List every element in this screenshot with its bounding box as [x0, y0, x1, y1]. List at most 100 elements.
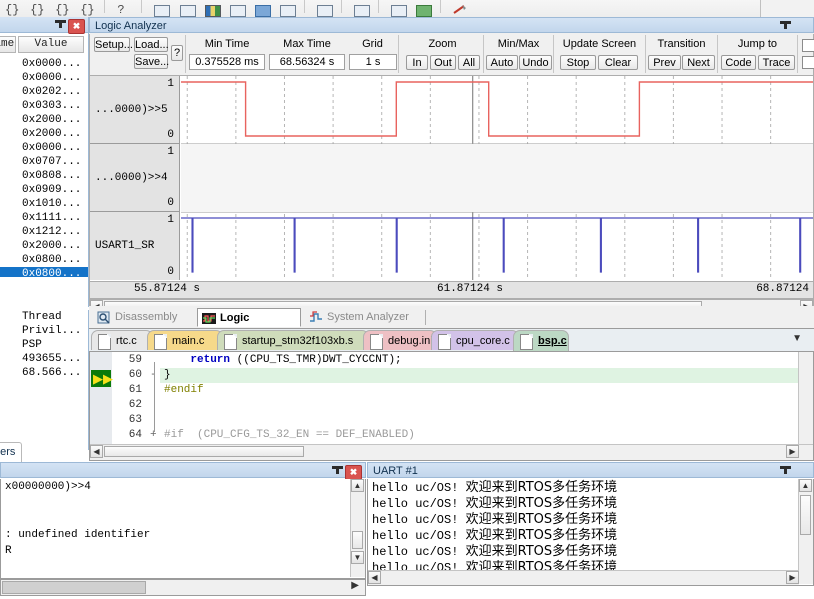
tab-logic-analyzer[interactable]: Logic Analyzer: [197, 308, 301, 343]
editor-vscrollbar[interactable]: [798, 352, 813, 445]
uart-hscrollbar[interactable]: ◀ ▶: [368, 570, 799, 585]
trace-icon[interactable]: [351, 0, 371, 17]
editor-scroll-right-arrow[interactable]: ▶: [786, 445, 799, 458]
command-input-row[interactable]: ▶: [0, 579, 366, 596]
update-stop-button[interactable]: Stop: [560, 55, 596, 70]
pin-icon[interactable]: [332, 464, 343, 478]
code-fold-toggle[interactable]: -: [150, 369, 160, 381]
uart-scroll-left-arrow[interactable]: ◀: [368, 571, 381, 584]
command-input-field[interactable]: [2, 581, 146, 594]
watch-row[interactable]: 0x1111...: [0, 211, 88, 225]
transition-next-button[interactable]: Next: [682, 55, 715, 70]
wrench-icon[interactable]: [450, 0, 470, 14]
watch-row[interactable]: 0x0000...: [0, 57, 88, 71]
watch-row[interactable]: 0x0909...: [0, 183, 88, 197]
show-cycles-checkbox[interactable]: [802, 56, 814, 69]
watch-row[interactable]: 0x0000...: [0, 71, 88, 85]
file-tab-main-c[interactable]: main.c: [147, 330, 223, 350]
command-scroll-up-arrow[interactable]: ▲: [351, 479, 364, 492]
serial-icon[interactable]: [314, 0, 334, 17]
signal-label-0[interactable]: 1 ...0000)>>5 0: [90, 76, 180, 144]
watch-row[interactable]: 0x1010...: [0, 197, 88, 211]
logic-analyzer-icon[interactable]: [413, 0, 433, 17]
watch-row[interactable]: 0x0808...: [0, 169, 88, 183]
jump-trace-button[interactable]: Trace: [758, 55, 795, 70]
code-line[interactable]: return ((CPU_TS_TMR)DWT_CYCCNT);: [164, 354, 401, 366]
watch-row[interactable]: 0x0303...: [0, 99, 88, 113]
file-tab-startup-stm32f103xb-s[interactable]: startup_stm32f103xb.s: [217, 330, 369, 350]
pin-icon[interactable]: [55, 18, 66, 32]
watch-icon[interactable]: [277, 0, 297, 17]
code-line[interactable]: }: [164, 369, 171, 381]
code-editor[interactable]: ▶▶ 59 return ((CPU_TS_TMR)DWT_CYCCNT); 60…: [89, 351, 814, 461]
max-time-field[interactable]: 68.56324 s: [269, 54, 345, 70]
file-tab-rtc-c[interactable]: rtc.c: [91, 330, 153, 350]
file-tab-cpu-core-c[interactable]: cpu_core.c: [431, 330, 519, 350]
min-time-field[interactable]: 0.375528 ms: [189, 54, 265, 70]
zoom-in-button[interactable]: In: [406, 55, 428, 70]
execution-marker[interactable]: ▶▶: [91, 370, 113, 387]
brace-icon[interactable]: {}: [52, 0, 72, 16]
watch-row[interactable]: 0x0000...: [0, 141, 88, 155]
zoom-out-button[interactable]: Out: [430, 55, 456, 70]
pin-icon[interactable]: [780, 19, 791, 33]
command-scroll-thumb[interactable]: [352, 531, 363, 549]
minmax-undo-button[interactable]: Undo: [519, 55, 552, 70]
command-vscrollbar[interactable]: ▲ ▼: [350, 479, 365, 577]
task-rows[interactable]: Thread Privil... PSP 493655... 68.566...: [0, 310, 88, 380]
watch-row[interactable]: 0x1212...: [0, 225, 88, 239]
window-icon[interactable]: [151, 0, 171, 17]
file-tab-bsp-c[interactable]: bsp.c: [513, 330, 569, 351]
code-fold-toggle[interactable]: +: [150, 429, 160, 441]
signal-label-1[interactable]: 1 ...0000)>>4 0: [90, 144, 180, 212]
trace-canvas[interactable]: [181, 76, 813, 280]
close-icon[interactable]: ✖: [345, 465, 362, 480]
setup-button[interactable]: Setup...: [94, 37, 133, 52]
chevron-down-icon[interactable]: ▼: [792, 333, 802, 344]
magnify-window-icon[interactable]: [177, 0, 197, 17]
uart-output[interactable]: hello uc/OS! 欢迎来到RTOS多任务环境 hello uc/OS! 欢…: [367, 479, 814, 586]
grid-field[interactable]: 1 s: [349, 54, 397, 70]
analyzer-icon[interactable]: [388, 0, 408, 17]
editor-scroll-thumb[interactable]: [104, 446, 304, 457]
task-row[interactable]: 68.566...: [0, 366, 88, 380]
tab-system-analyzer[interactable]: System Analyzer: [305, 308, 419, 327]
pin-icon[interactable]: [780, 464, 791, 478]
uart-scroll-thumb[interactable]: [800, 495, 811, 535]
globe-window-icon[interactable]: [252, 0, 272, 17]
watch-row[interactable]: 0x0800...: [0, 267, 88, 277]
watch-row[interactable]: 0x2000...: [0, 239, 88, 253]
task-row[interactable]: Thread: [0, 310, 88, 324]
watch-row[interactable]: 0x0202...: [0, 85, 88, 99]
tab-disassembly[interactable]: Disassembly: [93, 308, 193, 327]
uart-scroll-up-arrow[interactable]: ▲: [799, 479, 812, 492]
update-clear-button[interactable]: Clear: [598, 55, 638, 70]
code-line[interactable]: #if (CPU_CFG_TS_32_EN == DEF_ENABLED): [164, 429, 415, 441]
transition-prev-button[interactable]: Prev: [648, 55, 681, 70]
minmax-auto-button[interactable]: Auto: [486, 55, 518, 70]
editor-hscrollbar[interactable]: ◀ ▶: [90, 444, 813, 460]
load-button[interactable]: Load...: [134, 37, 169, 52]
jump-code-button[interactable]: Code: [721, 55, 756, 70]
tab-registers[interactable]: gisters: [0, 442, 23, 462]
watch-row[interactable]: 0x0800...: [0, 253, 88, 267]
signal-label-2[interactable]: 1 USART1_SR 0: [90, 212, 180, 280]
memory-icon[interactable]: [227, 0, 247, 17]
task-row[interactable]: 493655...: [0, 352, 88, 366]
save-button[interactable]: Save...: [134, 54, 169, 69]
watch-row[interactable]: 0x0707...: [0, 155, 88, 169]
column-header-name[interactable]: Name: [0, 36, 16, 53]
question-icon[interactable]: ?: [114, 0, 134, 16]
uart-scroll-right-arrow[interactable]: ▶: [786, 571, 799, 584]
signal-info-checkbox[interactable]: [802, 39, 814, 52]
watch-rows[interactable]: 0x0000... 0x0000... 0x0202... 0x0303... 0x20…: [0, 57, 88, 277]
brace-icon[interactable]: {}: [77, 0, 97, 16]
task-row[interactable]: Privil...: [0, 324, 88, 338]
close-icon[interactable]: ✖: [68, 19, 85, 34]
editor-scroll-left-arrow[interactable]: ◀: [90, 445, 103, 458]
uart-vscrollbar[interactable]: ▲: [798, 479, 813, 584]
watch-row[interactable]: 0x2000...: [0, 127, 88, 141]
code-line[interactable]: #endif: [164, 384, 204, 396]
watch-row[interactable]: 0x2000...: [0, 113, 88, 127]
column-header-value[interactable]: Value: [18, 36, 84, 53]
